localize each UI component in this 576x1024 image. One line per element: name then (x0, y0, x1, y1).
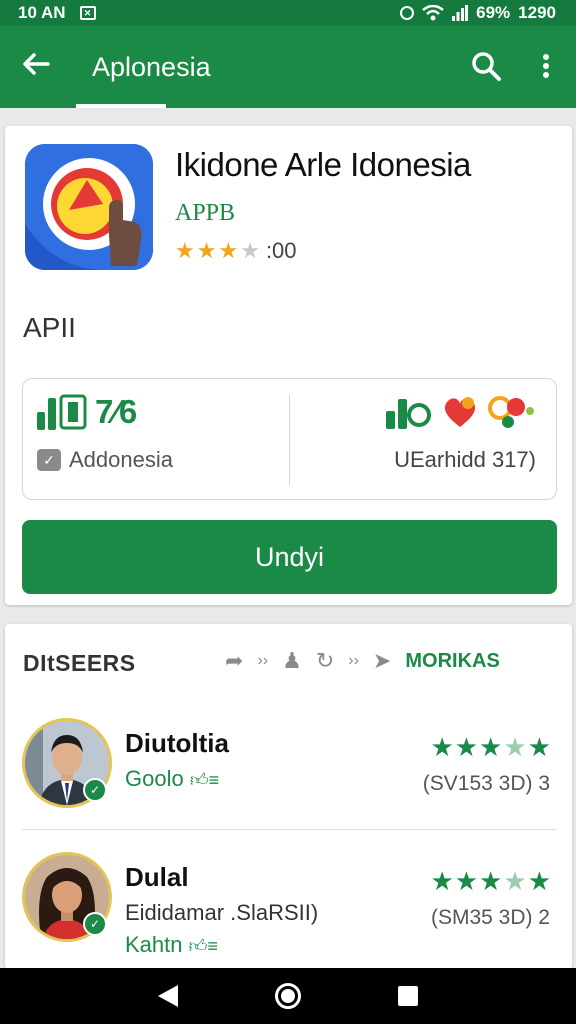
reviewer-subtitle-text: Goolo (125, 766, 184, 791)
review-stars: ★★★★★ (430, 866, 552, 896)
app-rating: ★ ★ ★ ★ :00 (175, 238, 297, 264)
collapse-icon[interactable]: ›› (257, 652, 268, 670)
refresh-icon[interactable]: ↻ (316, 648, 334, 674)
review-stars: ★★★★★ (430, 732, 552, 762)
review-divider (22, 829, 557, 830)
app-icon (25, 144, 153, 270)
thumbs-up-icon[interactable]: 👍︎≡ (190, 770, 219, 790)
star-icon: ★ (175, 238, 195, 263)
reviewer-name: Dulal (125, 862, 189, 892)
stats-bars-icon (37, 394, 87, 430)
app-name: Ikidone Arle Idonesia (175, 146, 471, 183)
reviews-header: DItSEERS (23, 650, 136, 676)
share-icon[interactable]: ➦ (225, 648, 243, 674)
downloads-stat: 7⁄6 (37, 393, 137, 431)
stat-label-left: ✓ Addonesia (37, 447, 173, 473)
more-reviews-link[interactable]: MORIKAS (405, 650, 499, 673)
status-time: 10 AN (18, 3, 66, 22)
review-meta: (SV153 3D) 3 (422, 772, 550, 795)
reviewer-name: Diutoltia (125, 728, 229, 758)
active-tab-indicator (76, 104, 166, 108)
signal-icon (452, 5, 469, 21)
star-icon: ★ (196, 238, 217, 263)
reviewer-location: Kahtn 👍︎≡ (125, 932, 218, 958)
chart-icon (386, 399, 431, 429)
thumbs-up-icon[interactable]: 👍︎≡ (189, 936, 218, 956)
heart-icon (444, 397, 476, 427)
system-navigation-bar (0, 968, 576, 1024)
nav-recents-icon[interactable] (397, 986, 418, 1006)
reviews-actions: ➦ ›› ♟ ↻ ›› ➤ MORIKAS (225, 648, 500, 674)
star-icon: ★ (218, 238, 239, 263)
person-icon[interactable]: ♟ (282, 648, 302, 674)
page-title: Aplonesia (92, 52, 211, 82)
people-icon (488, 396, 534, 428)
battery-level: 69% (476, 3, 511, 22)
reviewer-location-text: Kahtn (125, 932, 183, 957)
reviews-card: DItSEERS ➦ ›› ♟ ↻ ›› ➤ MORIKAS ✓ Diutolt… (5, 624, 572, 969)
verified-badge-icon: ✓ (83, 912, 107, 936)
category-icons (386, 395, 538, 429)
developer-link[interactable]: APPB (175, 200, 235, 227)
sync-icon (400, 6, 415, 20)
stat-label-right: UEarhidd 317) (394, 447, 536, 472)
verified-badge-icon: ✓ (83, 778, 107, 802)
status-clock: 1290 (518, 3, 556, 22)
status-bar: 10 AN ✕ 69% 1290 (0, 0, 576, 26)
stat-label-left-text: Addonesia (69, 447, 173, 472)
app-detail-card: Ikidone Arle Idonesia APPB ★ ★ ★ ★ :00 A… (5, 126, 572, 605)
install-button[interactable]: Undyi (22, 520, 557, 594)
check-icon: ✓ (37, 449, 61, 471)
nav-back-icon[interactable] (158, 985, 179, 1007)
nav-home-icon[interactable] (274, 983, 301, 1009)
app-bar: Aplonesia (0, 26, 576, 108)
reviewer-subtitle: Goolo 👍︎≡ (125, 766, 219, 792)
send-icon[interactable]: ➤ (373, 648, 391, 674)
notification-icon: ✕ (79, 6, 96, 20)
more-options-icon[interactable] (536, 50, 556, 82)
star-empty-icon: ★ (240, 238, 260, 263)
app-stats-panel: 7⁄6 ✓ Addonesia UEarhidd 317) (22, 378, 557, 500)
forward-icon[interactable]: ›› (348, 652, 359, 670)
section-label: APII (23, 312, 76, 343)
rating-count: :00 (265, 238, 297, 263)
search-icon[interactable] (470, 50, 502, 82)
downloads-value: 7⁄6 (95, 393, 138, 430)
review-item[interactable]: ✓ Dulal Eididamar .SlaRSII) Kahtn 👍︎≡ ★★… (5, 846, 572, 966)
wifi-icon (422, 5, 444, 21)
review-meta: (SM35 3D) 2 (430, 906, 550, 929)
back-arrow-icon[interactable] (20, 48, 52, 80)
review-item[interactable]: ✓ Diutoltia Goolo 👍︎≡ ★★★★★ (SV153 3D) 3 (5, 712, 572, 832)
reviewer-subtitle: Eididamar .SlaRSII) (125, 900, 319, 925)
stats-divider (289, 395, 290, 485)
